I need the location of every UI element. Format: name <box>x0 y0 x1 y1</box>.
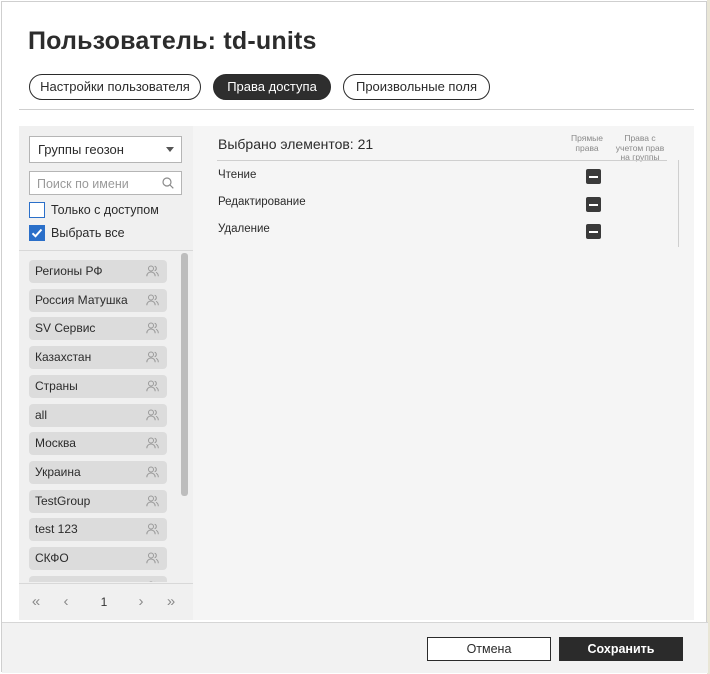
tab-custom-fields[interactable]: Произвольные поля <box>343 74 490 100</box>
users-icon[interactable] <box>146 351 159 363</box>
cancel-button[interactable]: Отмена <box>427 637 551 661</box>
header-divider <box>217 160 667 161</box>
list-item-label: all <box>35 407 48 422</box>
list-item-label: СКФО <box>35 551 69 565</box>
column-divider <box>678 160 679 247</box>
search-field <box>29 171 182 196</box>
permission-label: Удаление <box>218 223 270 235</box>
list-scrollbar[interactable] <box>181 253 188 496</box>
users-icon[interactable] <box>146 552 159 564</box>
column-header-with-groups: Права с учетом прав на группы <box>615 133 665 162</box>
user-dialog: Пользователь: td-units Настройки пользов… <box>1 1 708 673</box>
list-item[interactable]: all <box>29 403 167 427</box>
permission-label: Редактирование <box>218 196 306 208</box>
list-item[interactable]: Казахстан <box>29 346 167 370</box>
list-item-label: test 123 <box>35 522 78 537</box>
current-page-number: 1 <box>100 595 108 609</box>
chevron-down-icon <box>166 147 174 152</box>
object-type-value: Группы геозон <box>38 142 124 157</box>
search-icon[interactable] <box>162 177 174 189</box>
pagination: « ‹ 1 › » <box>19 590 193 614</box>
users-icon[interactable] <box>146 294 159 306</box>
list-item[interactable]: Россия Матушка <box>29 288 167 312</box>
save-button[interactable]: Сохранить <box>559 637 683 661</box>
list-item[interactable]: Москва <box>29 432 167 456</box>
list-item-label: Москва <box>35 436 76 451</box>
users-icon[interactable] <box>146 495 159 507</box>
list-item[interactable] <box>29 575 167 582</box>
header-divider <box>19 109 694 110</box>
list-item-label: Регионы РФ <box>35 264 103 278</box>
list-item[interactable]: TestGroup <box>29 489 167 513</box>
list-item-label: Россия Матушка <box>35 292 128 307</box>
list-item[interactable]: Украина <box>29 460 167 484</box>
users-icon[interactable] <box>146 581 159 582</box>
checkbox-box[interactable] <box>29 225 45 241</box>
pager-divider <box>19 583 193 584</box>
permissions-panel: Выбрано элементов: 21 Прямые права Права… <box>193 126 694 620</box>
checkbox-box[interactable] <box>29 202 45 218</box>
dialog-footer: Отмена Сохранить <box>2 623 708 673</box>
permission-label: Чтение <box>218 169 257 181</box>
select-all-label: Выбрать все <box>51 226 125 240</box>
list-item-label: Казахстан <box>35 350 92 365</box>
users-icon[interactable] <box>146 265 159 277</box>
delete-direct-checkbox[interactable] <box>586 224 601 239</box>
group-list: Регионы РФ Россия Матушка SV Сервис Каза… <box>29 260 169 582</box>
dialog-title: Пользователь: td-units <box>28 27 317 55</box>
list-item-label: Страны <box>35 378 78 393</box>
object-list-panel: Группы геозон Только с доступом Выбрать … <box>19 126 193 620</box>
users-icon[interactable] <box>146 466 159 478</box>
users-icon[interactable] <box>146 380 159 392</box>
last-page-button[interactable]: » <box>162 590 180 614</box>
object-type-select[interactable]: Группы геозон <box>29 136 182 163</box>
list-item[interactable]: test 123 <box>29 518 167 542</box>
list-item[interactable]: Страны <box>29 374 167 398</box>
list-item[interactable]: СКФО <box>29 547 167 570</box>
read-direct-checkbox[interactable] <box>586 169 601 184</box>
prev-page-button[interactable]: ‹ <box>57 590 75 614</box>
users-icon[interactable] <box>146 523 159 535</box>
only-with-access-label: Только с доступом <box>51 203 159 217</box>
list-item[interactable]: SV Сервис <box>29 317 167 341</box>
tab-user-settings[interactable]: Настройки пользователя <box>29 74 201 100</box>
list-item-label: TestGroup <box>35 493 91 508</box>
tab-access-rights[interactable]: Права доступа <box>213 74 331 100</box>
checkmark-icon <box>31 228 43 238</box>
search-input[interactable] <box>30 172 159 196</box>
first-page-button[interactable]: « <box>27 590 45 614</box>
list-item[interactable]: Регионы РФ <box>29 260 167 283</box>
selected-count: Выбрано элементов: 21 <box>218 136 374 152</box>
users-icon[interactable] <box>146 409 159 421</box>
list-divider <box>19 250 193 251</box>
list-item-label: SV Сервис <box>35 321 96 336</box>
users-icon[interactable] <box>146 322 159 334</box>
edit-direct-checkbox[interactable] <box>586 197 601 212</box>
next-page-button[interactable]: › <box>132 590 150 614</box>
column-header-direct: Прямые права <box>570 133 604 153</box>
list-item-label: Украина <box>35 464 81 479</box>
users-icon[interactable] <box>146 437 159 449</box>
